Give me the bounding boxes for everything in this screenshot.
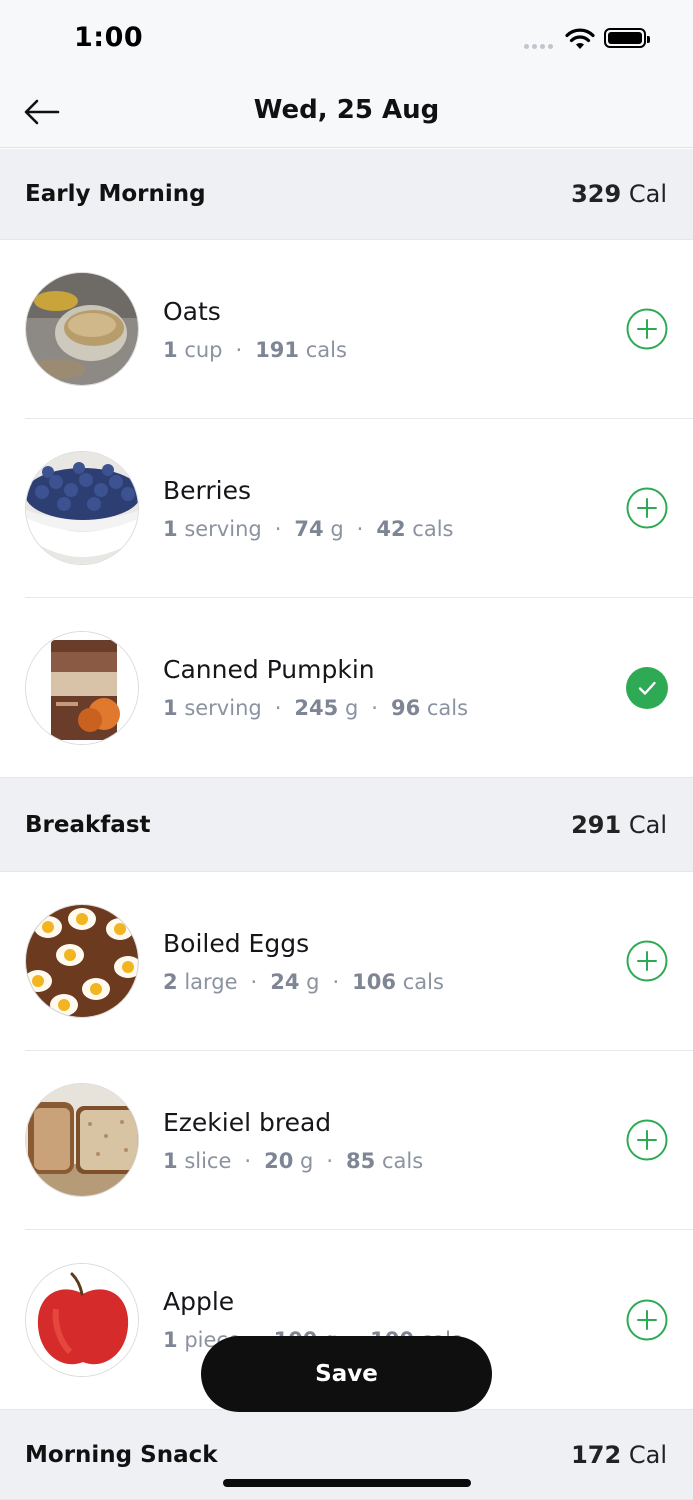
check-circle-icon[interactable]: [626, 666, 668, 709]
section-title: Morning Snack: [25, 1441, 218, 1468]
food-meta: 1 serving · 245 g · 96 cals: [163, 696, 469, 720]
pumpkin-can-photo-icon: [25, 630, 139, 745]
save-button[interactable]: Save: [201, 1336, 492, 1412]
home-indicator: [223, 1479, 471, 1487]
status-bar: 1:00: [0, 0, 693, 80]
food-name: Canned Pumpkin: [163, 655, 375, 684]
food-meta: 2 large · 24 g · 106 cals: [163, 969, 444, 994]
section-title: Breakfast: [25, 811, 151, 838]
food-name: Berries: [163, 475, 252, 505]
food-name: Oats: [163, 296, 221, 326]
oats-photo-icon: [25, 272, 139, 386]
meal-list: Early Morning 329 Cal Oats 1 cup · 191 cal…: [0, 149, 693, 1500]
status-time: 1:00: [74, 22, 144, 53]
food-name: Ezekiel bread: [163, 1107, 332, 1137]
food-item-berries[interactable]: Berries 1 serving · 74 g · 42 cals: [25, 419, 693, 598]
page-title: Wed, 25 Aug: [253, 95, 440, 125]
eggs-photo-icon: [25, 904, 139, 1018]
add-circle-icon[interactable]: [626, 308, 668, 350]
battery-icon: [604, 28, 650, 48]
food-name: Boiled Eggs: [163, 928, 310, 958]
section-header-breakfast: Breakfast 291 Cal: [0, 777, 693, 872]
add-circle-icon[interactable]: [626, 1119, 668, 1161]
berries-photo-icon: [25, 451, 139, 565]
food-meta: 1 serving · 74 g · 42 cals: [163, 516, 454, 541]
nav-bar: Wed, 25 Aug: [0, 80, 693, 148]
food-item-boiled-eggs[interactable]: Boiled Eggs 2 large · 24 g · 106 cals: [25, 872, 693, 1051]
food-meta: 1 cup · 191 cals: [163, 337, 347, 362]
food-item-canned-pumpkin[interactable]: Canned Pumpkin 1 serving · 245 g · 96 cals: [0, 598, 693, 777]
apple-photo-icon: [25, 1262, 139, 1377]
food-name: Apple: [163, 1287, 235, 1316]
cellular-signal-icon: [524, 44, 553, 49]
section-title: Early Morning: [25, 181, 206, 207]
wifi-icon: [565, 28, 595, 49]
add-circle-icon[interactable]: [626, 487, 668, 529]
food-meta: 1 slice · 20 g · 85 cals: [163, 1148, 424, 1173]
section-calories: 329 Cal: [571, 180, 667, 208]
section-header-early-morning: Early Morning 329 Cal: [0, 149, 693, 240]
bread-photo-icon: [25, 1083, 139, 1197]
add-circle-icon[interactable]: [626, 940, 668, 982]
section-calories: 291 Cal: [571, 810, 667, 839]
food-item-ezekiel-bread[interactable]: Ezekiel bread 1 slice · 20 g · 85 cals: [25, 1051, 693, 1230]
section-calories: 172 Cal: [571, 1440, 667, 1469]
food-item-oats[interactable]: Oats 1 cup · 191 cals: [25, 240, 693, 419]
add-circle-icon[interactable]: [626, 1299, 668, 1341]
